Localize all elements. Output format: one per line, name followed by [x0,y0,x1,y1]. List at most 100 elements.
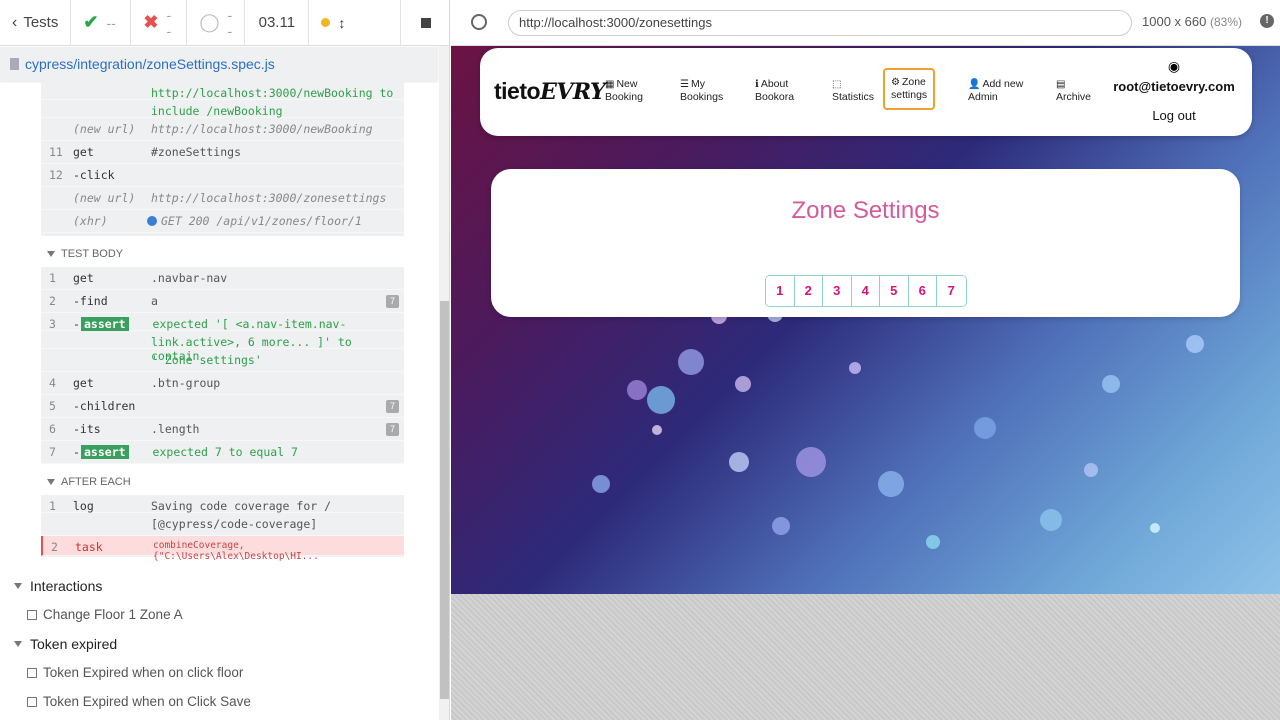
tietoevry-logo[interactable]: tietoEVRY [494,78,606,105]
nav-item-bookora[interactable]: ℹ About Bookora [755,78,794,104]
command-name: -click [73,168,115,182]
command-name: get [73,376,94,390]
logo-text-b: EVRY [540,79,606,105]
suite-header[interactable]: Token expired [14,636,117,652]
test-item[interactable]: Change Floor 1 Zone A [27,607,183,622]
spec-path-bar[interactable]: cypress/integration/zoneSettings.spec.js [0,47,438,81]
count-badge: 7 [386,400,399,413]
log-scrollbar[interactable] [439,46,449,720]
command-message: http://localhost:3000/newBooking to [151,86,394,100]
spec-path[interactable]: cypress/integration/zoneSettings.spec.js [25,56,275,72]
test-item[interactable]: Token Expired when on click floor [27,665,243,680]
bokeh-circle [1150,523,1160,533]
chart-icon: ⬚ [832,79,842,90]
nav-item-booking[interactable]: ▦ New Booking [605,78,643,104]
command-row[interactable]: 2 task combineCoverage, {"C:\Users\Alex\De… [41,536,404,562]
command-row[interactable]: link.active>, 6 more... ]' to contain [41,331,404,363]
command-row[interactable]: 4 get .btn-group [41,372,404,395]
command-row[interactable]: (new url) http://localhost:3000/zonesetti… [41,187,404,210]
viewport-padding [451,594,1280,720]
bokeh-circle [592,475,610,493]
info-icon[interactable]: ! [1260,14,1274,28]
before-commands: http://localhost:3000/newBooking to inclu… [41,82,404,236]
command-number: 5 [49,399,56,413]
aut-panel: http://localhost:3000/zonesettings 1000 … [451,0,1280,720]
scrollbar-thumb[interactable] [440,301,449,699]
after-each-commands: 1 log Saving code coverage for / [@cypress/… [41,495,404,562]
viewport-dimensions: 1000 x 660 [1142,14,1207,29]
command-message: expected 7 to equal 7 [152,445,298,459]
nav-item-admin[interactable]: 👤 Add new Admin [968,78,1023,104]
command-row[interactable]: ' Zone settings' [41,349,404,372]
x-icon: ✖ [143,12,159,32]
command-row[interactable]: include /newBooking [41,100,404,118]
table-icon: ▤ [1056,79,1066,90]
file-icon [10,58,19,70]
tests-button[interactable]: ‹ Tests [0,0,72,46]
app-navbar: tietoEVRY ▦ New Booking ☰ My Bookings ℹ About Bo… [480,48,1252,136]
floor-button-4[interactable]: 4 [851,276,880,306]
list-icon: ☰ [680,79,689,90]
command-name: (new url) [73,191,136,205]
scroll-toggle-icon[interactable]: ↕ [338,15,345,31]
nav-line2: settings [891,89,928,101]
check-icon: ✔ [83,12,99,32]
floor-button-1[interactable]: 1 [766,276,795,306]
command-name: (xhr) [73,214,108,228]
command-name: -find [73,294,108,308]
command-row[interactable]: 11 get #zoneSettings [41,141,404,164]
bokeh-circle [926,535,940,549]
command-row[interactable]: (xhr) GET 200 /api/v1/zones/floor/1 [41,210,404,233]
logout-link[interactable]: Log out [1111,108,1237,123]
test-name: Change Floor 1 Zone A [43,607,183,622]
command-row[interactable]: [@cypress/code-coverage] [41,513,404,536]
stop-button[interactable] [400,0,449,46]
command-row[interactable]: 3 - assert expected '[ <a.nav-item.nav- [41,313,404,331]
nav-item-settings[interactable]: ⚙ Zone settings [883,68,936,110]
logo-text-a: tieto [494,78,541,104]
nav-line1: Add new [982,78,1024,90]
floor-button-3[interactable]: 3 [823,276,852,306]
suite-header[interactable]: Interactions [14,578,102,594]
user-icon: ◉ [1167,58,1181,74]
user-plus-icon: 👤 [968,79,981,90]
test-item[interactable]: Token Expired when on Click Save [27,694,251,709]
command-row[interactable]: 2 -find a 7 [41,290,404,313]
floor-button-6[interactable]: 6 [908,276,937,306]
command-message: [@cypress/code-coverage] [151,517,318,531]
command-row[interactable]: 5 -children 7 [41,395,404,418]
command-row[interactable]: 1 get .navbar-nav [41,267,404,290]
command-row[interactable]: 12 -click [41,164,404,187]
bokeh-circle [652,425,662,435]
nav-item-statistics[interactable]: ⬚ Statistics [832,78,874,104]
floor-button-7[interactable]: 7 [937,276,966,306]
nav-line1: New [616,78,638,90]
chevron-left-icon: ‹ [12,13,18,31]
command-row[interactable]: 6 -its .length 7 [41,418,404,441]
command-number: 2 [51,540,58,554]
viewport-size: 1000 x 660 (83%) [1142,14,1242,29]
cypress-runner-panel: ‹ Tests ✔ -- ✖ -- ◯ -- 03.11 ↕ cypress/i… [0,0,450,720]
command-number: 2 [49,294,56,308]
suite-name: Token expired [30,636,118,652]
nav-line2: Bookora [755,91,795,103]
command-message: include /newBooking [151,104,283,118]
command-row[interactable]: 1 log Saving code coverage for / [41,495,404,513]
bokeh-circle [1102,375,1120,393]
caret-down-icon [14,641,22,647]
url-display[interactable]: http://localhost:3000/zonesettings [508,10,1132,36]
test-body-header[interactable]: TEST BODY [47,248,123,260]
after-each-header[interactable]: AFTER EACH [47,476,131,488]
command-message: #zoneSettings [151,145,242,159]
failed-count: -- [166,6,172,39]
checkbox-icon [27,667,37,678]
command-row[interactable]: (new url) http://localhost:3000/newBookin… [41,118,404,141]
nav-item-archive[interactable]: ▤ Archive [1056,78,1091,104]
command-row[interactable]: http://localhost:3000/newBooking to [41,82,404,100]
selector-playground-icon[interactable] [471,14,487,30]
floor-button-5[interactable]: 5 [880,276,909,306]
nav-item-bookings[interactable]: ☰ My Bookings [680,78,723,104]
floor-button-2[interactable]: 2 [794,276,823,306]
command-row[interactable]: 7 - assert expected 7 to equal 7 [41,441,404,464]
suite-name: Interactions [30,578,103,594]
